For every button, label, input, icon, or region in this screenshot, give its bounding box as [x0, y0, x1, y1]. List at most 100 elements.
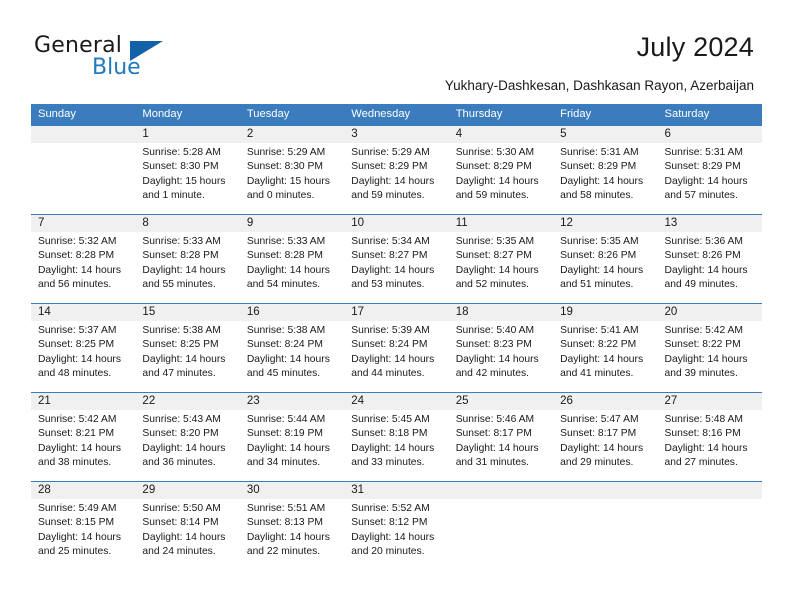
calendar-week-row: 7 Sunrise: 5:32 AM Sunset: 8:28 PM Dayli…	[31, 214, 762, 303]
general-blue-logo[interactable]: General Blue	[34, 33, 204, 81]
calendar-day-cell[interactable]	[553, 482, 658, 570]
calendar-day-cell[interactable]: 7 Sunrise: 5:32 AM Sunset: 8:28 PM Dayli…	[31, 215, 136, 303]
day-details: Sunrise: 5:29 AM Sunset: 8:29 PM Dayligh…	[344, 143, 448, 204]
daylight-text-line1: Daylight: 14 hours	[664, 353, 748, 365]
day-number-band: 2	[239, 126, 345, 143]
sunset-text: Sunset: 8:25 PM	[142, 339, 219, 351]
daylight-text-line2: and 49 minutes.	[664, 279, 738, 291]
calendar-day-cell[interactable]	[31, 126, 136, 214]
daylight-text-line1: Daylight: 14 hours	[455, 264, 539, 276]
calendar-day-cell[interactable]: 25 Sunrise: 5:46 AM Sunset: 8:17 PM Dayl…	[448, 393, 554, 481]
calendar-day-cell[interactable]: 1 Sunrise: 5:28 AM Sunset: 8:30 PM Dayli…	[135, 126, 240, 214]
day-details: Sunrise: 5:52 AM Sunset: 8:12 PM Dayligh…	[344, 499, 448, 560]
sunset-text: Sunset: 8:23 PM	[455, 339, 532, 351]
day-number-band	[448, 482, 554, 499]
calendar-week-row: 1 Sunrise: 5:28 AM Sunset: 8:30 PM Dayli…	[31, 125, 762, 214]
sunrise-text: Sunrise: 5:41 AM	[560, 325, 639, 336]
weekday-header-sunday: Sunday	[38, 108, 76, 120]
day-number: 20	[664, 306, 678, 318]
calendar-day-cell[interactable]: 27 Sunrise: 5:48 AM Sunset: 8:16 PM Dayl…	[657, 393, 762, 481]
day-number: 29	[142, 484, 156, 496]
sunrise-text: Sunrise: 5:49 AM	[38, 503, 117, 514]
day-number: 1	[142, 128, 149, 140]
sunrise-text: Sunrise: 5:42 AM	[38, 414, 117, 425]
day-number: 31	[351, 484, 365, 496]
day-number: 3	[351, 128, 358, 140]
calendar-day-cell[interactable]: 31 Sunrise: 5:52 AM Sunset: 8:12 PM Dayl…	[344, 482, 449, 570]
calendar-week-row: 21 Sunrise: 5:42 AM Sunset: 8:21 PM Dayl…	[31, 392, 762, 481]
calendar-day-cell[interactable]: 17 Sunrise: 5:39 AM Sunset: 8:24 PM Dayl…	[344, 304, 449, 392]
location-subtitle: Yukhary-Dashkesan, Dashkasan Rayon, Azer…	[444, 78, 754, 93]
calendar-day-cell[interactable]: 24 Sunrise: 5:45 AM Sunset: 8:18 PM Dayl…	[344, 393, 449, 481]
day-number-band: 30	[239, 482, 345, 499]
sunrise-text: Sunrise: 5:33 AM	[142, 236, 221, 247]
day-details: Sunrise: 5:45 AM Sunset: 8:18 PM Dayligh…	[344, 410, 448, 471]
day-number: 6	[664, 128, 671, 140]
daylight-text-line1: Daylight: 14 hours	[246, 442, 330, 454]
day-number: 23	[246, 395, 260, 407]
calendar-day-cell[interactable]: 13 Sunrise: 5:36 AM Sunset: 8:26 PM Dayl…	[657, 215, 762, 303]
daylight-text-line1: Daylight: 14 hours	[246, 264, 330, 276]
calendar-day-cell[interactable]: 8 Sunrise: 5:33 AM Sunset: 8:28 PM Dayli…	[135, 215, 240, 303]
day-number: 26	[560, 395, 573, 407]
day-number: 7	[38, 217, 45, 229]
calendar-day-cell[interactable]: 14 Sunrise: 5:37 AM Sunset: 8:25 PM Dayl…	[31, 304, 136, 392]
calendar-day-cell[interactable]: 29 Sunrise: 5:50 AM Sunset: 8:14 PM Dayl…	[135, 482, 240, 570]
calendar-day-cell[interactable]: 2 Sunrise: 5:29 AM Sunset: 8:30 PM Dayli…	[239, 126, 345, 214]
day-number-band	[553, 482, 658, 499]
daylight-text-line1: Daylight: 14 hours	[142, 264, 226, 276]
calendar-day-cell[interactable]: 16 Sunrise: 5:38 AM Sunset: 8:24 PM Dayl…	[239, 304, 345, 392]
calendar-day-cell[interactable]: 28 Sunrise: 5:49 AM Sunset: 8:15 PM Dayl…	[31, 482, 136, 570]
daylight-text-line1: Daylight: 14 hours	[560, 353, 644, 365]
calendar-day-cell[interactable]: 18 Sunrise: 5:40 AM Sunset: 8:23 PM Dayl…	[448, 304, 554, 392]
sunset-text: Sunset: 8:29 PM	[664, 161, 741, 173]
day-number-band	[657, 482, 762, 499]
daylight-text-line2: and 20 minutes.	[351, 546, 425, 558]
page-title: July 2024	[636, 32, 754, 62]
calendar-day-cell[interactable]	[448, 482, 554, 570]
logo-text-blue: Blue	[92, 55, 141, 80]
sunrise-text: Sunrise: 5:45 AM	[351, 414, 430, 425]
weekday-header-thursday: Thursday	[455, 108, 503, 120]
calendar-day-cell[interactable]: 26 Sunrise: 5:47 AM Sunset: 8:17 PM Dayl…	[553, 393, 658, 481]
sunrise-text: Sunrise: 5:31 AM	[560, 147, 639, 158]
sunset-text: Sunset: 8:19 PM	[246, 428, 323, 440]
calendar-day-cell[interactable]: 9 Sunrise: 5:33 AM Sunset: 8:28 PM Dayli…	[239, 215, 345, 303]
daylight-text-line2: and 47 minutes.	[142, 368, 216, 380]
day-details: Sunrise: 5:31 AM Sunset: 8:29 PM Dayligh…	[553, 143, 657, 204]
sunset-text: Sunset: 8:24 PM	[246, 339, 323, 351]
calendar-day-cell[interactable]: 23 Sunrise: 5:44 AM Sunset: 8:19 PM Dayl…	[239, 393, 345, 481]
daylight-text-line1: Daylight: 14 hours	[351, 442, 435, 454]
daylight-text-line2: and 48 minutes.	[38, 368, 112, 380]
day-number-band: 10	[344, 215, 449, 232]
calendar-day-cell[interactable]: 19 Sunrise: 5:41 AM Sunset: 8:22 PM Dayl…	[553, 304, 658, 392]
weekday-header-friday: Friday	[560, 108, 592, 120]
calendar-day-cell[interactable]: 3 Sunrise: 5:29 AM Sunset: 8:29 PM Dayli…	[344, 126, 449, 214]
day-details: Sunrise: 5:49 AM Sunset: 8:15 PM Dayligh…	[31, 499, 135, 560]
daylight-text-line2: and 29 minutes.	[560, 457, 634, 469]
daylight-text-line1: Daylight: 14 hours	[664, 442, 748, 454]
calendar-day-cell[interactable]: 6 Sunrise: 5:31 AM Sunset: 8:29 PM Dayli…	[657, 126, 762, 214]
calendar-day-cell[interactable]: 21 Sunrise: 5:42 AM Sunset: 8:21 PM Dayl…	[31, 393, 136, 481]
daylight-text-line2: and 41 minutes.	[560, 368, 634, 380]
day-details: Sunrise: 5:44 AM Sunset: 8:19 PM Dayligh…	[240, 410, 344, 471]
calendar-day-cell[interactable]: 10 Sunrise: 5:34 AM Sunset: 8:27 PM Dayl…	[344, 215, 449, 303]
day-number-band: 31	[344, 482, 449, 499]
calendar-day-cell[interactable]: 22 Sunrise: 5:43 AM Sunset: 8:20 PM Dayl…	[135, 393, 240, 481]
daylight-text-line2: and 27 minutes.	[664, 457, 738, 469]
calendar-day-cell[interactable]: 20 Sunrise: 5:42 AM Sunset: 8:22 PM Dayl…	[657, 304, 762, 392]
calendar-day-cell[interactable]: 11 Sunrise: 5:35 AM Sunset: 8:27 PM Dayl…	[448, 215, 554, 303]
sunrise-text: Sunrise: 5:43 AM	[142, 414, 221, 425]
sunrise-text: Sunrise: 5:36 AM	[664, 236, 743, 247]
sunrise-text: Sunrise: 5:48 AM	[664, 414, 743, 425]
calendar-day-cell[interactable]	[657, 482, 762, 570]
calendar-day-cell[interactable]: 5 Sunrise: 5:31 AM Sunset: 8:29 PM Dayli…	[553, 126, 658, 214]
daylight-text-line2: and 52 minutes.	[455, 279, 529, 291]
calendar-day-cell[interactable]: 30 Sunrise: 5:51 AM Sunset: 8:13 PM Dayl…	[239, 482, 345, 570]
day-number-band: 14	[31, 304, 136, 321]
calendar-day-cell[interactable]: 15 Sunrise: 5:38 AM Sunset: 8:25 PM Dayl…	[135, 304, 240, 392]
calendar-day-cell[interactable]: 4 Sunrise: 5:30 AM Sunset: 8:29 PM Dayli…	[448, 126, 554, 214]
daylight-text-line1: Daylight: 14 hours	[351, 531, 435, 543]
calendar-day-cell[interactable]: 12 Sunrise: 5:35 AM Sunset: 8:26 PM Dayl…	[553, 215, 658, 303]
page-header: General Blue July 2024 Yukhary-Dashkesan…	[0, 0, 792, 100]
